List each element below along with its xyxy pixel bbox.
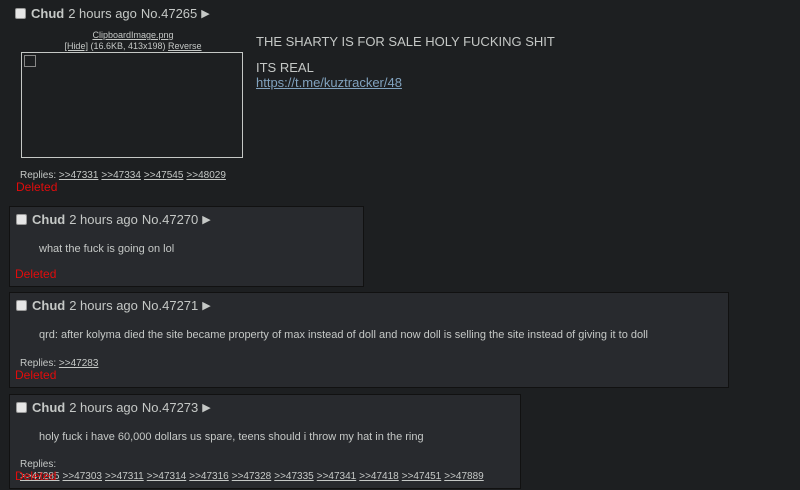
file-info: ClipboardImage.png [Hide] (16.6KB, 413x1… xyxy=(21,30,245,52)
reply-link[interactable]: >>47316 xyxy=(189,471,229,482)
file-meta: (16.6KB, 413x198) xyxy=(90,41,166,51)
post-message: what the fuck is going on lol xyxy=(39,243,175,255)
post-date: 2 hours ago xyxy=(69,399,138,415)
post-menu-arrow-icon[interactable]: ▶ xyxy=(201,7,209,20)
hide-file-link[interactable]: [Hide] xyxy=(64,41,88,51)
post-number[interactable]: No.47270 xyxy=(142,212,198,227)
reply-link[interactable]: >>47328 xyxy=(232,471,272,482)
post-checkbox[interactable] xyxy=(16,213,27,225)
post-message: holy fuck i have 60,000 dollars us spare… xyxy=(39,431,424,443)
reply-link[interactable]: >>47889 xyxy=(444,471,484,482)
reply-link[interactable]: >>47303 xyxy=(63,471,103,482)
post-menu-arrow-icon[interactable]: ▶ xyxy=(202,401,210,414)
file-name-link[interactable]: ClipboardImage.png xyxy=(92,30,173,40)
poster-name: Chud xyxy=(32,297,66,313)
reply-link[interactable]: >>47334 xyxy=(101,170,141,181)
reply-link[interactable]: >>47451 xyxy=(402,471,442,482)
post-checkbox[interactable] xyxy=(16,299,27,311)
external-link[interactable]: https://t.me/kuztracker/48 xyxy=(256,75,402,90)
post-header: Chud 2 hours ago No.47273 ▶ xyxy=(16,398,211,416)
post-number[interactable]: No.47265 xyxy=(141,6,197,21)
post-image[interactable] xyxy=(21,52,243,158)
reply-link[interactable]: >>47283 xyxy=(59,358,99,369)
reply-post: Chud 2 hours ago No.47270 ▶ what the fuc… xyxy=(9,206,364,287)
post-header: Chud 2 hours ago No.47265 ▶ xyxy=(15,4,795,22)
reply-link[interactable]: >>47418 xyxy=(359,471,399,482)
deleted-label: Deleted xyxy=(16,180,58,194)
reply-link[interactable]: >>47335 xyxy=(274,471,314,482)
deleted-label: Deleted xyxy=(15,469,57,483)
op-post: Chud 2 hours ago No.47265 ▶ ClipboardIma… xyxy=(15,4,795,196)
post-menu-arrow-icon[interactable]: ▶ xyxy=(202,299,210,312)
reply-link[interactable]: >>47331 xyxy=(59,170,99,181)
reply-post: Chud 2 hours ago No.47273 ▶ holy fuck i … xyxy=(9,394,521,489)
post-number[interactable]: No.47271 xyxy=(142,298,198,313)
post-date: 2 hours ago xyxy=(69,211,138,227)
deleted-label: Deleted xyxy=(15,267,57,281)
post-number[interactable]: No.47273 xyxy=(142,400,198,415)
reply-post: Chud 2 hours ago No.47271 ▶ qrd: after k… xyxy=(9,292,729,388)
deleted-label: Deleted xyxy=(15,368,57,382)
reply-link[interactable]: >>48029 xyxy=(186,170,226,181)
poster-name: Chud xyxy=(31,5,65,21)
post-date: 2 hours ago xyxy=(68,5,137,21)
post-menu-arrow-icon[interactable]: ▶ xyxy=(202,213,210,226)
broken-image-icon xyxy=(24,55,36,67)
post-line-1: THE SHARTY IS FOR SALE HOLY FUCKING SHIT xyxy=(256,34,555,49)
reply-link[interactable]: >>47341 xyxy=(317,471,357,482)
post-body: THE SHARTY IS FOR SALE HOLY FUCKING SHIT… xyxy=(256,34,555,90)
post-header: Chud 2 hours ago No.47271 ▶ xyxy=(16,296,211,314)
post-header: Chud 2 hours ago No.47270 ▶ xyxy=(16,210,211,228)
reply-link[interactable]: >>47311 xyxy=(105,471,144,482)
poster-name: Chud xyxy=(32,399,66,415)
reply-link[interactable]: >>47314 xyxy=(147,471,187,482)
post-line-2: ITS REAL xyxy=(256,60,314,75)
post-message: qrd: after kolyma died the site became p… xyxy=(39,329,649,341)
poster-name: Chud xyxy=(32,211,66,227)
replies-list: Replies: >>47285 >>47303 >>47311 >>47314 >>4… xyxy=(20,459,520,483)
reverse-search-link[interactable]: Reverse xyxy=(168,41,202,51)
post-checkbox[interactable] xyxy=(15,7,26,19)
reply-link[interactable]: >>47545 xyxy=(144,170,184,181)
post-checkbox[interactable] xyxy=(16,401,27,413)
post-date: 2 hours ago xyxy=(69,297,138,313)
